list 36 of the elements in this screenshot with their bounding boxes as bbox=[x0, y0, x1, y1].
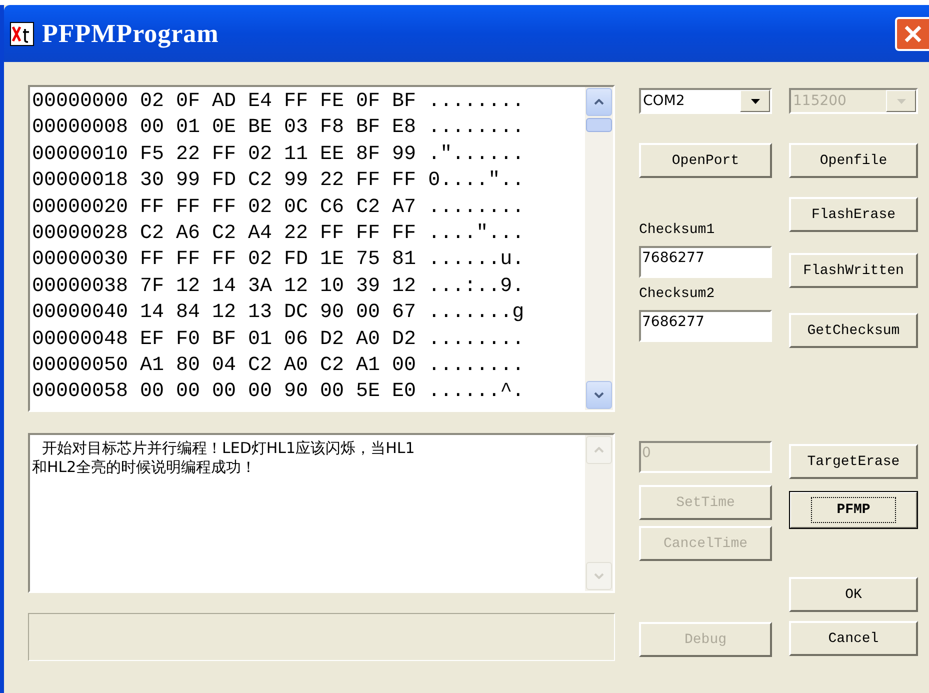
hex-line: 00000038 7F 12 14 3A 12 10 39 12 ...:..9. bbox=[32, 274, 526, 300]
hex-line: 00000010 F5 22 FF 02 11 EE 8F 99 ."...... bbox=[32, 142, 526, 168]
checksum-label: Checksum1 bbox=[639, 222, 716, 238]
caret-icon bbox=[896, 98, 906, 104]
ok-button[interactable]: OK bbox=[789, 577, 918, 612]
message-text: 和HL2全亮的时候说明编程成功！ bbox=[32, 458, 258, 477]
cancel-button[interactable]: Cancel bbox=[789, 621, 918, 656]
hex-line: 00000008 00 01 0E BE 03 F8 BF E8 ........ bbox=[32, 115, 526, 142]
hex-line: 00000000 02 0F AD E4 FF FE 0F BF ........ bbox=[32, 89, 526, 115]
app-icon bbox=[10, 22, 34, 46]
hex-line: 00000040 14 84 12 13 DC 90 00 67 .......g bbox=[32, 300, 526, 326]
hex-line: 00000018 30 99 FD C2 99 22 FF FF 0....".. bbox=[32, 168, 526, 194]
hex-line: 00000048 EF F0 BF 01 06 D2 A0 D2 ........ bbox=[32, 326, 526, 353]
target-erase-button[interactable]: TargetErase bbox=[789, 444, 918, 479]
hex-line: 00000030 FF FF FF 02 FD 1E 75 81 ......u. bbox=[32, 247, 526, 274]
checksum-label: Checksum2 bbox=[639, 286, 716, 302]
scrollbar[interactable] bbox=[585, 87, 613, 410]
hex-line: 00000050 A1 80 04 C2 A0 C2 A1 00 ........ bbox=[32, 353, 526, 380]
caret-icon bbox=[750, 98, 760, 104]
message-text: 开始对目标芯片并行编程！LED灯HL1应该闪烁，当HL1 bbox=[41, 439, 416, 458]
checksum-field[interactable]: 7686277 bbox=[639, 310, 772, 342]
port-dropdown[interactable]: COM2 bbox=[639, 88, 772, 114]
get-checksum-button[interactable]: GetChecksum bbox=[789, 313, 918, 348]
flash-erase-button[interactable]: FlashErase bbox=[789, 197, 918, 232]
flash-written-button[interactable]: FlashWritten bbox=[789, 253, 918, 288]
scroll-thumb[interactable] bbox=[586, 118, 612, 132]
close-button[interactable] bbox=[895, 16, 929, 50]
checksum-field[interactable]: 7686277 bbox=[639, 246, 772, 278]
hex-line: 00000028 C2 A6 C2 A4 22 FF FF FF ...."... bbox=[32, 221, 526, 248]
open-port-button[interactable]: OpenPort bbox=[639, 143, 772, 178]
window-title: PFPMProgram bbox=[42, 18, 220, 48]
hex-line: 00000058 00 00 00 00 90 00 5E E0 ......^. bbox=[32, 379, 526, 406]
hex-line: 00000020 FF FF FF 02 0C C6 C2 A7 ........ bbox=[32, 194, 526, 221]
open-file-button[interactable]: Openfile bbox=[789, 143, 918, 178]
pfmp-button[interactable]: PFMP bbox=[789, 491, 918, 529]
close-icon bbox=[904, 24, 922, 42]
